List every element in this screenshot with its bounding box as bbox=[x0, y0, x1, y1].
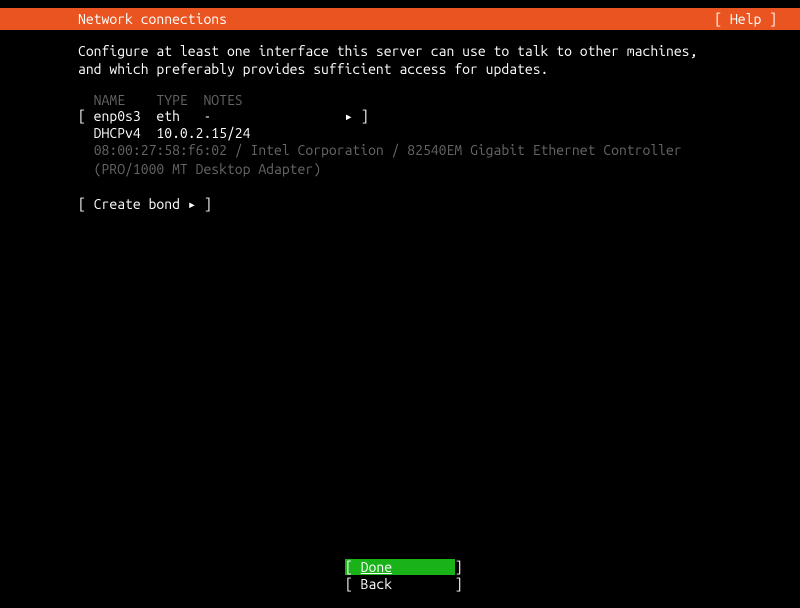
table-header: NAME TYPE NOTES bbox=[78, 92, 722, 108]
footer-buttons: [ Done ] [ Back ] bbox=[0, 559, 800, 592]
description-text: Configure at least one interface this se… bbox=[78, 42, 722, 78]
page-title: Network connections bbox=[8, 11, 227, 27]
back-button[interactable]: [ Back ] bbox=[345, 576, 455, 592]
interface-row-enp0s3[interactable]: [ enp0s3 eth - ▸ ] bbox=[78, 108, 722, 125]
main-content: Configure at least one interface this se… bbox=[0, 30, 800, 213]
create-bond-button[interactable]: [ Create bond ▸ ] bbox=[78, 196, 722, 213]
done-button[interactable]: [ Done ] bbox=[345, 559, 455, 575]
dhcp-info: DHCPv4 10.0.2.15/24 bbox=[78, 125, 722, 141]
mac-adapter-info: 08:00:27:58:f6:02 / Intel Corporation / … bbox=[78, 141, 722, 177]
help-button[interactable]: [ Help ] bbox=[714, 11, 792, 27]
done-label: Done bbox=[361, 559, 392, 575]
header-bar: Network connections [ Help ] bbox=[0, 8, 800, 30]
